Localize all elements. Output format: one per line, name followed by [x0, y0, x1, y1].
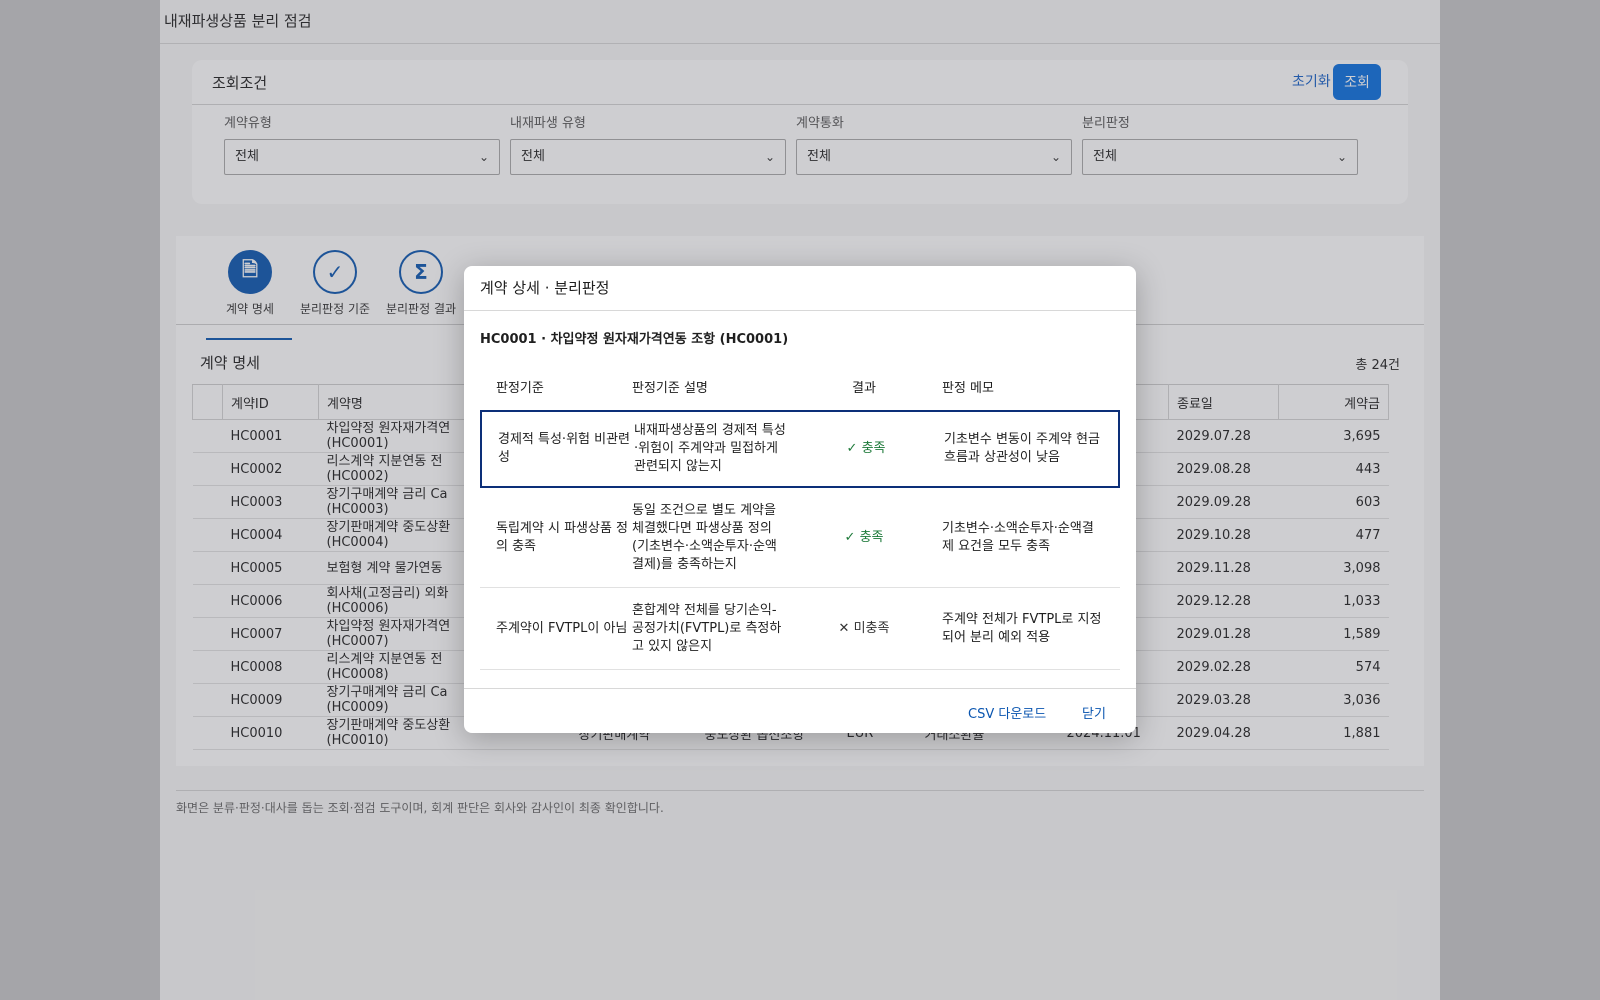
criteria-row[interactable]: 독립계약 시 파생상품 정의 충족 동일 조건으로 별도 계약을 체결했다면 파… [480, 488, 1120, 588]
criterion-memo: 기초변수 변동이 주계약 현금흐름과 상관성이 낮음 [944, 432, 1100, 465]
criterion-name: 경제적 특성·위험 비관련성 [498, 432, 630, 465]
criterion-description: 내재파생상품의 경제적 특성·위험이 주계약과 밀접하게 관련되지 않는지 [634, 423, 786, 474]
criteria-header-row: 판정기준 판정기준 설명 결과 판정 메모 [480, 362, 1120, 410]
column-header: 판정기준 설명 [632, 380, 708, 396]
dialog-subtitle: HC0001 · 차입약정 원자재가격연동 조항 (HC0001) [480, 332, 789, 347]
criterion-memo: 기초변수·소액순투자·순액결제 요건을 모두 충족 [942, 520, 1094, 554]
criterion-name: 독립계약 시 파생상품 정의 충족 [496, 520, 628, 554]
result-label: 충족 [861, 441, 886, 456]
criterion-memo: 주계약 전체가 FVTPL로 지정되어 분리 예외 적용 [942, 611, 1102, 645]
close-button[interactable]: 닫기 [1082, 703, 1106, 722]
dialog-title: 계약 상세 · 분리판정 [464, 266, 1136, 311]
result-cell: ✓ 충족 [786, 529, 942, 547]
column-header: 판정기준 [496, 380, 544, 396]
criteria-row[interactable]: 경제적 특성·위험 비관련성 내재파생상품의 경제적 특성·위험이 주계약과 밀… [480, 410, 1120, 488]
result-cell: ✕ 미충족 [786, 620, 942, 638]
dialog-footer: CSV 다운로드 닫기 [464, 688, 1136, 733]
check-icon: ✓ [846, 441, 858, 456]
csv-download-button[interactable]: CSV 다운로드 [968, 703, 1046, 722]
contract-detail-dialog: 계약 상세 · 분리판정 HC0001 · 차입약정 원자재가격연동 조항 (H… [464, 266, 1136, 733]
result-label: 충족 [859, 529, 884, 545]
check-icon: ✓ [844, 529, 856, 545]
criteria-row[interactable]: 주계약이 FVTPL이 아님 혼합계약 전체를 당기손익-공정가치(FVTPL)… [480, 588, 1120, 670]
criteria-table: 판정기준 판정기준 설명 결과 판정 메모 경제적 특성·위험 비관련성 내재파… [480, 362, 1120, 670]
criterion-description: 동일 조건으로 별도 계약을 체결했다면 파생상품 정의(기초변수·소액순투자·… [632, 502, 777, 572]
column-header: 판정 메모 [942, 380, 994, 396]
result-label: 미충족 [853, 620, 890, 636]
result-cell: ✓ 충족 [788, 440, 944, 458]
x-icon: ✕ [838, 620, 850, 636]
criterion-name: 주계약이 FVTPL이 아님 [496, 620, 628, 636]
criterion-description: 혼합계약 전체를 당기손익-공정가치(FVTPL)로 측정하고 있지 않은지 [632, 602, 782, 654]
column-header: 결과 [852, 380, 876, 396]
